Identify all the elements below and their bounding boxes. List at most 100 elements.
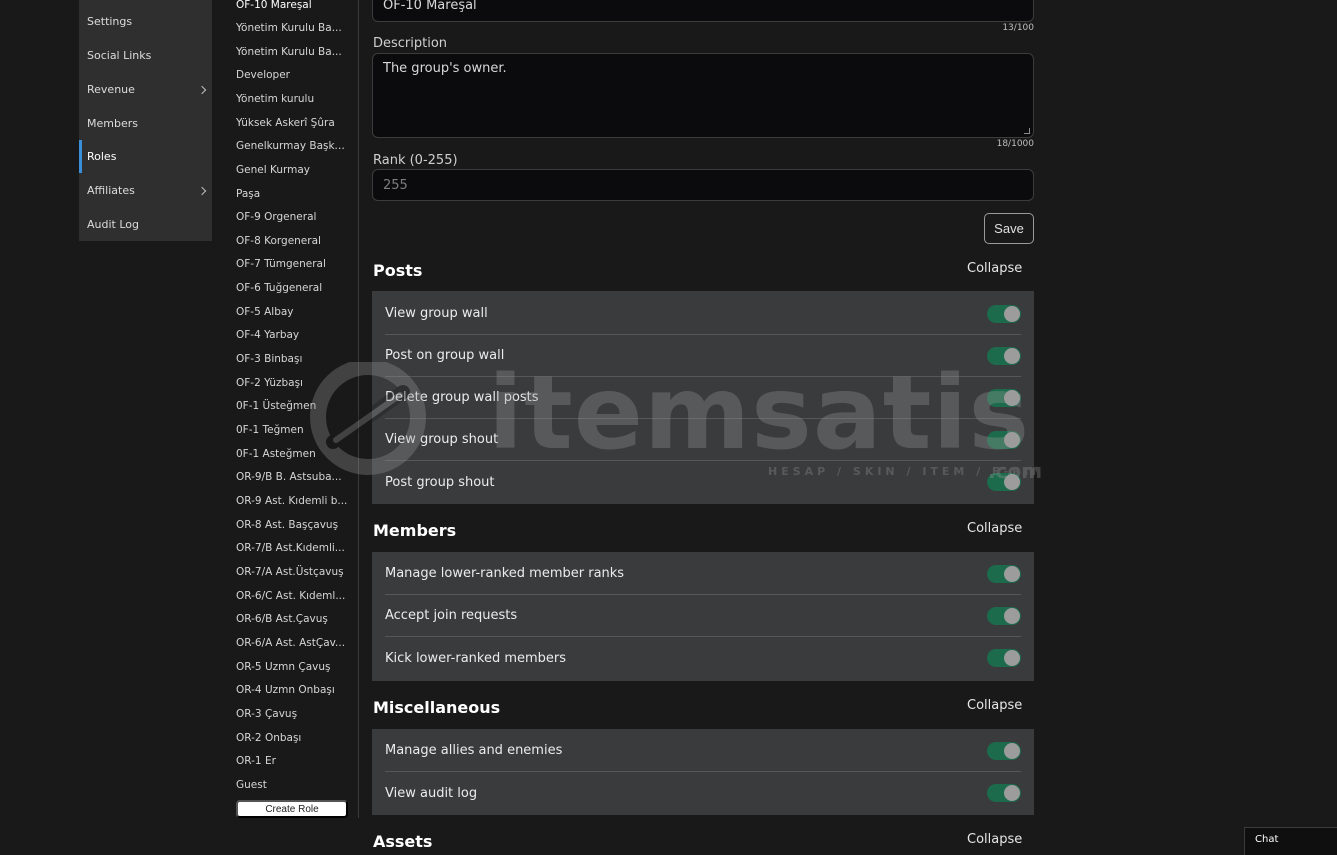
role-item[interactable]: 0F-1 Teğmen — [236, 423, 348, 437]
resize-handle-icon[interactable] — [1024, 128, 1030, 134]
role-item[interactable]: OR-5 Uzmn Çavuş — [236, 660, 348, 674]
role-item[interactable]: OF-3 Binbaşı — [236, 352, 348, 366]
role-item[interactable]: OR-8 Ast. Başçavuş — [236, 518, 348, 532]
role-item[interactable]: Genel Kurmay — [236, 163, 348, 177]
save-button[interactable]: Save — [984, 213, 1034, 244]
permission-label: View group shout — [385, 432, 499, 447]
role-item[interactable]: OF-4 Yarbay — [236, 328, 348, 342]
role-item[interactable]: OF-9 Orgeneral — [236, 210, 348, 224]
rank-label: Rank (0-255) — [373, 153, 458, 168]
role-item[interactable]: Paşa — [236, 187, 348, 201]
menu-item-roles[interactable]: Roles — [79, 140, 212, 173]
collapse-posts-button[interactable]: Collapse — [967, 261, 1022, 276]
create-role-button[interactable]: Create Role — [236, 800, 348, 818]
collapse-members-button[interactable]: Collapse — [967, 521, 1022, 536]
description-textarea[interactable]: The group's owner. — [372, 53, 1034, 138]
menu-item-settings[interactable]: Settings — [79, 5, 212, 38]
role-item[interactable]: Yönetim kurulu — [236, 92, 348, 106]
collapse-assets-button[interactable]: Collapse — [967, 832, 1022, 847]
permission-label: Manage lower-ranked member ranks — [385, 566, 625, 581]
menu-item-revenue[interactable]: Revenue — [79, 73, 212, 106]
menu-item-affiliates[interactable]: Affiliates — [79, 174, 212, 207]
role-item[interactable]: 0F-1 Üsteğmen — [236, 399, 348, 413]
menu-item-label: Roles — [87, 150, 117, 163]
description-value: The group's owner. — [383, 61, 507, 76]
role-item[interactable]: OR-9/B B. Astsuba... — [236, 470, 348, 484]
permission-toggle[interactable] — [987, 649, 1021, 667]
menu-item-social-links[interactable]: Social Links — [79, 39, 212, 72]
menu-item-members[interactable]: Members — [79, 107, 212, 140]
role-item[interactable]: OF-6 Tuğgeneral — [236, 281, 348, 295]
permission-toggle[interactable] — [987, 346, 1021, 365]
role-item[interactable]: OR-3 Çavuş — [236, 707, 348, 721]
permission-label: Post on group wall — [385, 348, 505, 363]
role-name-input[interactable]: OF-10 Mareşal — [372, 0, 1034, 22]
posts-permissions-panel: View group wall Post on group wall Delet… — [372, 291, 1034, 504]
role-item[interactable]: OR-6/B Ast.Çavuş — [236, 612, 348, 626]
section-title-miscellaneous: Miscellaneous — [373, 698, 501, 717]
toggle-knob — [1004, 431, 1020, 448]
toggle-knob — [1004, 785, 1020, 801]
role-item[interactable]: Developer — [236, 68, 348, 82]
toggle-knob — [1004, 742, 1020, 759]
settings-menu: Settings Social Links Revenue Members Ro… — [79, 0, 212, 241]
menu-item-audit-log[interactable]: Audit Log — [79, 208, 212, 241]
toggle-knob — [1004, 305, 1020, 322]
toggle-knob — [1004, 389, 1020, 406]
chat-tab[interactable]: Chat — [1244, 827, 1337, 855]
permission-label: View audit log — [385, 785, 478, 801]
permission-toggle[interactable] — [987, 784, 1021, 802]
permission-toggle[interactable] — [987, 304, 1021, 323]
role-item[interactable]: Guest — [236, 778, 348, 792]
role-item[interactable]: OR-4 Uzmn Onbaşı — [236, 683, 348, 697]
role-item[interactable]: OR-7/A Ast.Üstçavuş — [236, 565, 348, 579]
role-item[interactable]: 0F-1 Asteğmen — [236, 447, 348, 461]
section-title-members: Members — [373, 521, 457, 540]
toggle-knob — [1004, 347, 1020, 364]
role-item[interactable]: OR-7/B Ast.Kıdemli... — [236, 541, 348, 555]
role-item[interactable]: OF-2 Yüzbaşı — [236, 376, 348, 390]
permission-toggle[interactable] — [987, 473, 1021, 491]
permission-toggle[interactable] — [987, 430, 1021, 449]
permission-toggle[interactable] — [987, 388, 1021, 407]
role-item[interactable]: OR-2 Onbaşı — [236, 731, 348, 745]
permission-row: Delete group wall posts — [385, 377, 1021, 419]
permission-row: View group wall — [385, 293, 1021, 335]
menu-item-label: Revenue — [87, 83, 135, 96]
menu-item-label: Affiliates — [87, 184, 135, 197]
role-item[interactable]: Genelkurmay Başka... — [236, 139, 348, 153]
description-char-counter: 18/1000 — [996, 139, 1034, 149]
menu-item-label: Social Links — [87, 49, 152, 62]
role-item[interactable]: Yüksek Askerî Şûra — [236, 116, 348, 130]
permission-row: Manage allies and enemies — [385, 730, 1021, 772]
role-item[interactable]: Yönetim Kurulu Ba... — [236, 45, 348, 59]
collapse-miscellaneous-button[interactable]: Collapse — [967, 698, 1022, 713]
section-title-assets: Assets — [373, 832, 433, 851]
miscellaneous-permissions-panel: Manage allies and enemies View audit log — [372, 729, 1034, 815]
role-item[interactable]: OR-6/A Ast. AstÇav... — [236, 636, 348, 650]
members-permissions-panel: Manage lower-ranked member ranks Accept … — [372, 552, 1034, 681]
role-item[interactable]: OF-8 Korgeneral — [236, 234, 348, 248]
role-item[interactable]: OR-9 Ast. Kıdemli b... — [236, 494, 348, 508]
permission-row: View group shout — [385, 419, 1021, 461]
permission-label: Delete group wall posts — [385, 390, 539, 405]
permission-row: Accept join requests — [385, 595, 1021, 637]
role-item[interactable]: Yönetim Kurulu Ba... — [236, 21, 348, 35]
menu-item-label: Members — [87, 117, 138, 130]
permission-row: Kick lower-ranked members — [385, 637, 1021, 679]
permission-toggle[interactable] — [987, 741, 1021, 760]
role-item[interactable]: OF-7 Tümgeneral — [236, 257, 348, 271]
toggle-knob — [1004, 607, 1020, 624]
section-title-posts: Posts — [373, 261, 423, 280]
chevron-right-icon — [197, 85, 207, 94]
role-item[interactable]: OR-6/C Ast. Kıdeml... — [236, 589, 348, 603]
role-item[interactable]: OF-5 Albay — [236, 305, 348, 319]
menu-item-label: Audit Log — [87, 218, 139, 231]
role-item[interactable]: OF-10 Mareşal — [236, 0, 348, 12]
rank-input[interactable]: 255 — [372, 169, 1034, 201]
permission-toggle[interactable] — [987, 606, 1021, 625]
role-item[interactable]: OR-1 Er — [236, 754, 348, 768]
permission-toggle[interactable] — [987, 564, 1021, 583]
permission-row: View audit log — [385, 772, 1021, 814]
permission-label: View group wall — [385, 306, 488, 321]
